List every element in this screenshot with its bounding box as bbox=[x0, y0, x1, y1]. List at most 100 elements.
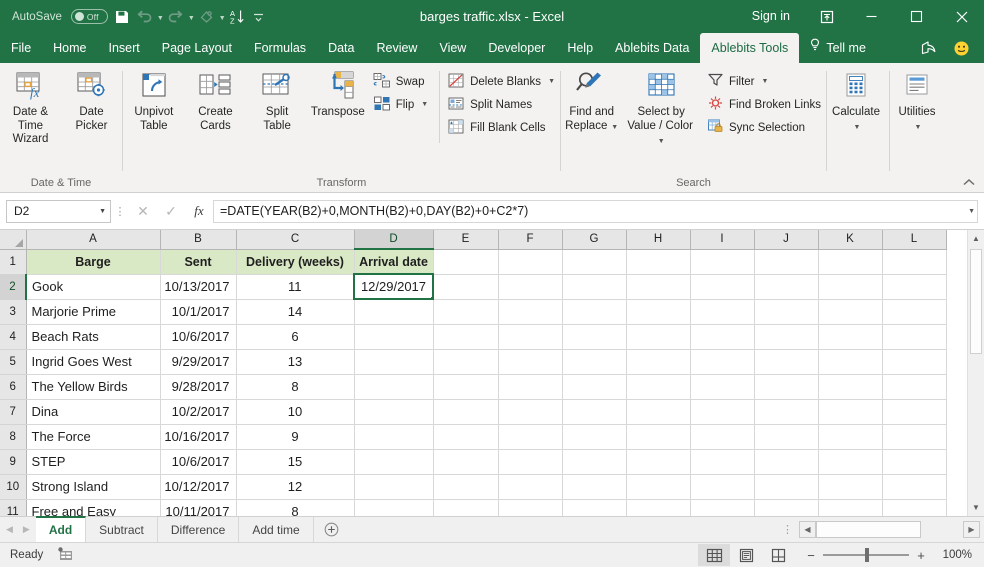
cell-j9[interactable] bbox=[754, 449, 819, 475]
sync-selection-button[interactable]: Sync Selection bbox=[704, 116, 826, 139]
row-header-4[interactable]: 4 bbox=[0, 324, 27, 350]
cell-i7[interactable] bbox=[690, 399, 755, 425]
cell-b6[interactable]: 9/28/2017 bbox=[160, 374, 237, 400]
cell-h10[interactable] bbox=[626, 474, 691, 500]
cell-l3[interactable] bbox=[882, 299, 947, 325]
tab-review[interactable]: Review bbox=[365, 33, 428, 63]
column-header-e[interactable]: E bbox=[433, 230, 499, 250]
cell-a4[interactable]: Beach Rats bbox=[26, 324, 161, 350]
vertical-scroll-track[interactable] bbox=[968, 247, 984, 499]
row-header-6[interactable]: 6 bbox=[0, 374, 27, 400]
cell-l7[interactable] bbox=[882, 399, 947, 425]
cell-l6[interactable] bbox=[882, 374, 947, 400]
tab-formulas[interactable]: Formulas bbox=[243, 33, 317, 63]
share-icon[interactable] bbox=[914, 34, 944, 62]
tab-view[interactable]: View bbox=[428, 33, 477, 63]
zoom-track[interactable] bbox=[823, 548, 909, 562]
cell-l10[interactable] bbox=[882, 474, 947, 500]
zoom-slider[interactable]: − + bbox=[806, 548, 926, 563]
cell-e2[interactable] bbox=[433, 274, 499, 300]
cell-i4[interactable] bbox=[690, 324, 755, 350]
add-sheet-button[interactable] bbox=[314, 517, 349, 542]
column-header-i[interactable]: I bbox=[690, 230, 755, 250]
cell-g6[interactable] bbox=[562, 374, 627, 400]
cell-f2[interactable] bbox=[498, 274, 563, 300]
cell-j11[interactable] bbox=[754, 499, 819, 516]
cell-e10[interactable] bbox=[433, 474, 499, 500]
cell-a8[interactable]: The Force bbox=[26, 424, 161, 450]
horizontal-scrollbar[interactable]: ◀ ▶ bbox=[799, 521, 980, 538]
column-header-b[interactable]: B bbox=[160, 230, 237, 250]
tab-file[interactable]: File bbox=[0, 33, 42, 63]
minimize-button[interactable] bbox=[849, 0, 894, 33]
cell-c10[interactable]: 12 bbox=[236, 474, 355, 500]
cell-j7[interactable] bbox=[754, 399, 819, 425]
cell-j5[interactable] bbox=[754, 349, 819, 375]
next-sheet-icon[interactable]: ▶ bbox=[23, 524, 30, 535]
select-by-value-color-button[interactable]: Select by Value / Color ▼ bbox=[622, 67, 700, 149]
smiley-face-icon[interactable] bbox=[946, 34, 976, 62]
cell-a6[interactable]: The Yellow Birds bbox=[26, 374, 161, 400]
name-box[interactable]: D2 ▼ bbox=[6, 199, 111, 223]
row-header-7[interactable]: 7 bbox=[0, 399, 27, 425]
name-box-caret-icon[interactable]: ▼ bbox=[99, 208, 106, 215]
cell-a3[interactable]: Marjorie Prime bbox=[26, 299, 161, 325]
formula-input[interactable]: =DATE(YEAR(B2)+0,MONTH(B2)+0,DAY(B2)+0+C… bbox=[213, 199, 978, 223]
row-header-10[interactable]: 10 bbox=[0, 474, 27, 500]
column-header-d[interactable]: D bbox=[354, 230, 434, 250]
column-header-k[interactable]: K bbox=[818, 230, 883, 250]
cancel-entry-icon[interactable]: ✕ bbox=[129, 200, 157, 223]
cell-i8[interactable] bbox=[690, 424, 755, 450]
cell-d2[interactable]: 12/29/2017 bbox=[353, 273, 434, 300]
sheet-tab-difference[interactable]: Difference bbox=[157, 517, 240, 542]
cell-j8[interactable] bbox=[754, 424, 819, 450]
confirm-entry-icon[interactable]: ✓ bbox=[157, 200, 185, 223]
cell-l11[interactable] bbox=[882, 499, 947, 516]
cell-c7[interactable]: 10 bbox=[236, 399, 355, 425]
cell-b10[interactable]: 10/12/2017 bbox=[160, 474, 237, 500]
sheet-tab-subtract[interactable]: Subtract bbox=[86, 517, 158, 542]
cell-c6[interactable]: 8 bbox=[236, 374, 355, 400]
cell-f9[interactable] bbox=[498, 449, 563, 475]
tab-page-layout[interactable]: Page Layout bbox=[151, 33, 243, 63]
cell-c1[interactable]: Delivery (weeks) bbox=[236, 249, 355, 275]
cell-d6[interactable] bbox=[354, 374, 434, 400]
cell-i3[interactable] bbox=[690, 299, 755, 325]
cell-g11[interactable] bbox=[562, 499, 627, 516]
select-all-corner[interactable] bbox=[0, 230, 27, 250]
cell-c9[interactable]: 15 bbox=[236, 449, 355, 475]
cell-a5[interactable]: Ingrid Goes West bbox=[26, 349, 161, 375]
cell-h6[interactable] bbox=[626, 374, 691, 400]
row-header-8[interactable]: 8 bbox=[0, 424, 27, 450]
cell-h2[interactable] bbox=[626, 274, 691, 300]
cell-k6[interactable] bbox=[818, 374, 883, 400]
cell-b9[interactable]: 10/6/2017 bbox=[160, 449, 237, 475]
cell-g10[interactable] bbox=[562, 474, 627, 500]
cell-l9[interactable] bbox=[882, 449, 947, 475]
cell-k5[interactable] bbox=[818, 349, 883, 375]
delete-blanks-button[interactable]: Delete Blanks ▼ bbox=[444, 70, 560, 93]
cell-b1[interactable]: Sent bbox=[160, 249, 237, 275]
cell-j1[interactable] bbox=[754, 249, 819, 275]
cell-i11[interactable] bbox=[690, 499, 755, 516]
cell-f10[interactable] bbox=[498, 474, 563, 500]
cell-a1[interactable]: Barge bbox=[26, 249, 161, 275]
cell-k1[interactable] bbox=[818, 249, 883, 275]
cell-k8[interactable] bbox=[818, 424, 883, 450]
scroll-down-icon[interactable]: ▼ bbox=[968, 499, 984, 516]
cell-i5[interactable] bbox=[690, 349, 755, 375]
insert-function-icon[interactable]: fx bbox=[185, 200, 213, 223]
cell-d4[interactable] bbox=[354, 324, 434, 350]
calculate-button[interactable]: Calculate ▼ bbox=[827, 67, 885, 134]
cell-i9[interactable] bbox=[690, 449, 755, 475]
cell-d1[interactable]: Arrival date bbox=[354, 249, 434, 275]
cell-a11[interactable]: Free and Easy bbox=[26, 499, 161, 516]
tab-help[interactable]: Help bbox=[556, 33, 604, 63]
cell-k11[interactable] bbox=[818, 499, 883, 516]
tell-me-box[interactable]: Tell me bbox=[799, 33, 876, 63]
cell-l4[interactable] bbox=[882, 324, 947, 350]
cell-b3[interactable]: 10/1/2017 bbox=[160, 299, 237, 325]
vertical-scroll-thumb[interactable] bbox=[970, 249, 982, 354]
cell-a10[interactable]: Strong Island bbox=[26, 474, 161, 500]
column-header-h[interactable]: H bbox=[626, 230, 691, 250]
